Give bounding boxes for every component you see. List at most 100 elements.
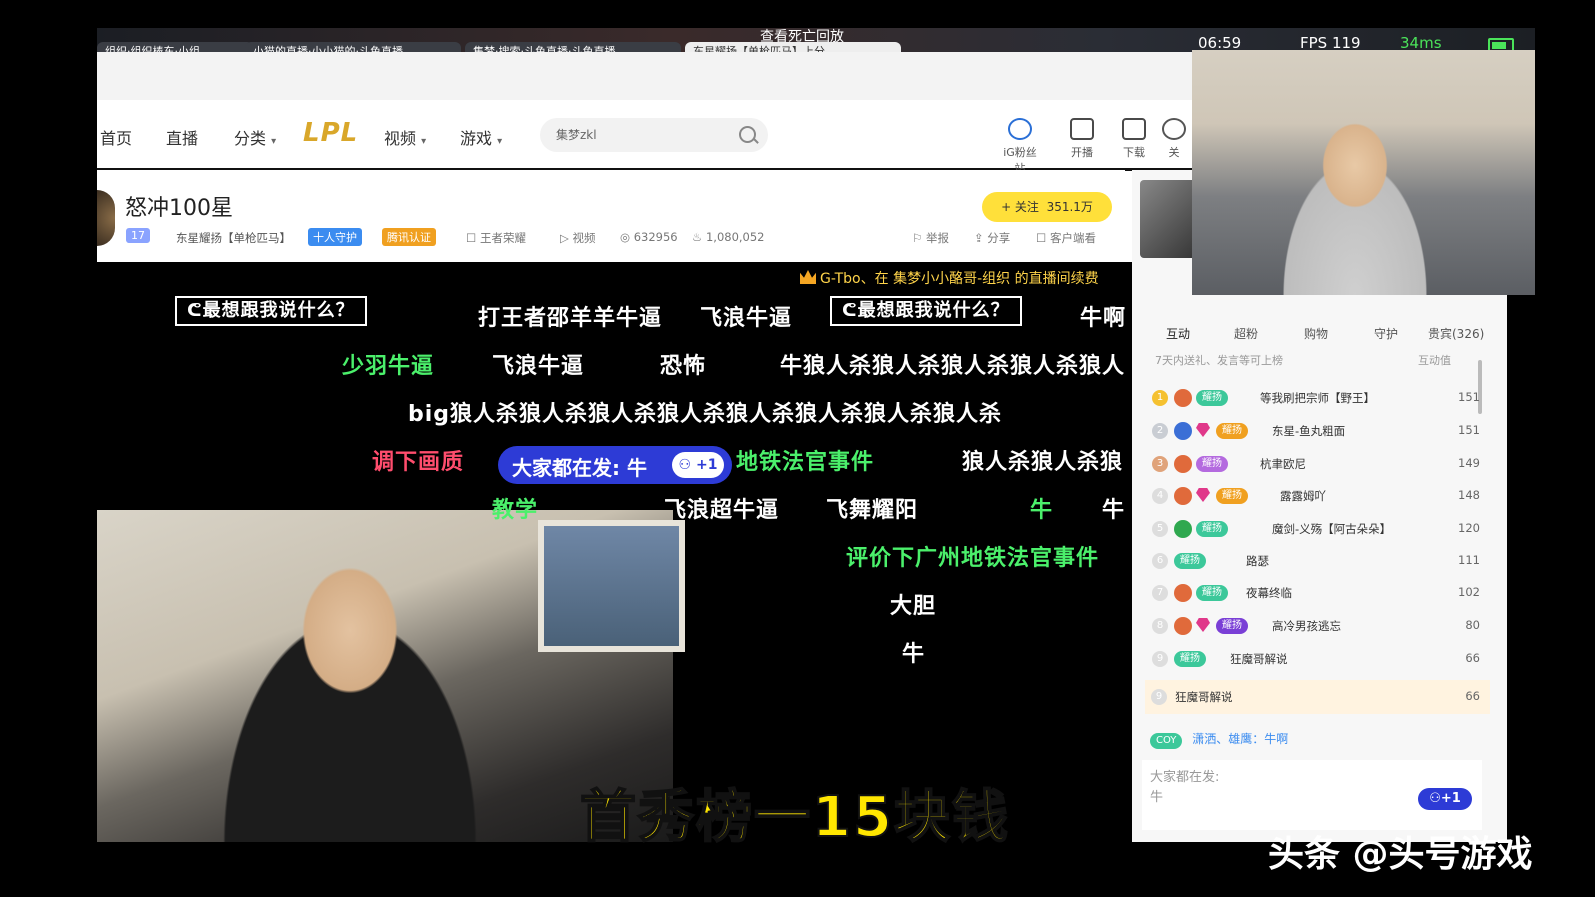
plus-one-button[interactable]: ⚇ +1 [672, 452, 724, 478]
guest-figure [1255, 110, 1455, 295]
anchor-thumbnail[interactable] [1140, 180, 1200, 258]
avatar [1174, 455, 1192, 473]
danmaku-item: 少羽牛逼 [342, 354, 435, 379]
danmaku-item: 恐怖 [660, 354, 707, 379]
rank-row[interactable]: 7 耀扬 夜幕终临 102 [1150, 577, 1490, 609]
rank-crown: 3 [1152, 456, 1168, 472]
nav-category[interactable]: 分类 ▾ [234, 125, 276, 149]
fan-badge: 耀扬 [1174, 651, 1206, 667]
danmaku-item: 飞舞耀阳 [826, 498, 919, 523]
rank-nick: 路瑟 [1246, 554, 1269, 568]
ig-fan-icon [1008, 118, 1032, 140]
fan-badge: 耀扬 [1196, 390, 1228, 406]
follow-menu-button[interactable]: 关 [1160, 118, 1188, 160]
danmaku-item: 教学 [492, 498, 539, 523]
go-live-label: 开播 [1071, 146, 1093, 159]
my-rank-score: 66 [1465, 689, 1480, 703]
fan-badge: 耀扬 [1196, 521, 1228, 537]
danmaku-item: 飞浪牛逼 [700, 306, 793, 331]
nav-category-label: 分类 [234, 129, 267, 148]
chevron-down-icon: ▾ [421, 136, 427, 147]
share-button[interactable]: ⇪ 分享 [974, 230, 1010, 246]
rank-score: 151 [1458, 390, 1480, 404]
hot-count-value: 1,080,052 [705, 230, 765, 244]
follow-label: + 关注 [1001, 200, 1039, 214]
host-name[interactable]: 东星耀扬【单枪匹马】 [176, 230, 291, 246]
game-link[interactable]: ☐ 王者荣耀 [466, 230, 526, 246]
danmaku-item: ᕦ最想跟我说什么？ [830, 296, 1022, 326]
rank-subtitle: 7天内送礼、发言等可上榜 [1155, 354, 1283, 367]
gem-icon [1196, 618, 1210, 632]
chat-input-value: 牛 [1150, 790, 1164, 805]
share-label: 分享 [987, 231, 1011, 245]
nav-home[interactable]: 首页 [100, 125, 132, 149]
plus-one-label: +1 [695, 457, 718, 473]
fan-badge: 耀扬 [1216, 488, 1248, 504]
rank-row[interactable]: 6 耀扬 路瑟 111 [1150, 545, 1490, 577]
tab-vip[interactable]: 贵宾(326) [1428, 325, 1484, 342]
danmaku-item: 大胆 [890, 594, 937, 619]
room-title: 怒冲100星 [125, 196, 233, 221]
rank-score: 102 [1458, 585, 1480, 599]
report-label: 举报 [925, 231, 949, 245]
go-live-button[interactable]: 开播 [1060, 118, 1104, 160]
notice-bar [1145, 285, 1490, 309]
search-box[interactable] [540, 118, 768, 152]
fan-badge: 耀扬 [1216, 618, 1248, 634]
danmaku-item: 牛啊 [1080, 306, 1127, 331]
rank-nick: 夜幕终临 [1246, 586, 1292, 600]
video-label: 视频 [572, 231, 596, 245]
download-button[interactable]: 下载 [1112, 118, 1156, 160]
tab-super-fan[interactable]: 超粉 [1234, 325, 1258, 342]
client-button[interactable]: ☐ 客户端看 [1036, 230, 1096, 246]
rank-nick: 狂魔哥解说 [1230, 652, 1288, 666]
gift-notice: G-Tbo、在 集梦小小酪哥-组织 的直播间续费 [820, 271, 1099, 287]
lpl-logo[interactable]: LPL [303, 118, 358, 148]
video-link[interactable]: ▷ 视频 [560, 230, 596, 246]
avatar [1174, 389, 1192, 407]
heart-icon [1162, 118, 1186, 140]
ig-fan-button[interactable]: iG粉丝站 [998, 118, 1042, 176]
rank-nick: 高冷男孩逃忘 [1272, 619, 1341, 633]
rank-row[interactable]: 4 耀扬 露露姆吖 148 [1150, 480, 1490, 512]
viewer-count: ◎ 632956 [620, 230, 678, 244]
rank-row[interactable]: 2 耀扬 东星-鱼丸粗面 151 [1150, 415, 1490, 447]
nav-live[interactable]: 直播 [166, 125, 198, 149]
rank-score: 80 [1465, 618, 1480, 632]
nav-game[interactable]: 游戏 ▾ [460, 125, 502, 149]
rank-number: 4 [1152, 488, 1168, 504]
my-rank-nick: 狂魔哥解说 [1175, 690, 1233, 704]
fan-badge: 耀扬 [1174, 553, 1206, 569]
fan-badge: 耀扬 [1196, 585, 1228, 601]
danmaku-item: 狼人杀狼人杀狼 [962, 450, 1124, 475]
danmaku-item: 飞浪超牛逼 [664, 498, 780, 523]
rank-score: 111 [1458, 553, 1480, 567]
follow-button[interactable]: + 关注 351.1万 [982, 192, 1112, 222]
guard-badge[interactable]: 十人守护 [308, 228, 362, 246]
rank-row[interactable]: 3 耀扬 杭聿欧尼 149 [1150, 448, 1490, 480]
avatar [1174, 487, 1192, 505]
search-input[interactable] [554, 126, 728, 142]
chat-badge: COY [1150, 733, 1183, 749]
rank-row[interactable]: 5 耀扬 魔剑-义殇【阿古朵朵】 120 [1150, 513, 1490, 545]
viewer-count-value: 632956 [633, 230, 678, 244]
search-icon[interactable] [739, 126, 756, 143]
rank-row[interactable]: 1 耀扬 等我刷把宗师【野王】 151 [1150, 382, 1490, 414]
my-rank-row: 9 狂魔哥解说 66 [1145, 680, 1490, 714]
tab-interaction[interactable]: 互动 [1166, 325, 1190, 342]
rank-row[interactable]: 8 耀扬 高冷男孩逃忘 80 [1150, 610, 1490, 642]
quick-send-pill[interactable]: 大家都在发: 牛 ⚇ +1 [498, 446, 732, 484]
client-label: 客户端看 [1049, 231, 1096, 245]
rank-row[interactable]: 9 耀扬 狂魔哥解说 66 [1150, 643, 1490, 675]
rank-number: 8 [1152, 618, 1168, 634]
cert-badge: 腾讯认证 [382, 228, 436, 246]
download-icon [1122, 118, 1146, 140]
nav-video[interactable]: 视频 ▾ [384, 125, 426, 149]
chat-plus-one-button[interactable]: ⚇+1 [1418, 788, 1472, 810]
tab-shopping[interactable]: 购物 [1304, 325, 1328, 342]
tab-guard[interactable]: 守护 [1374, 325, 1398, 342]
danmaku-item: 调下画质 [372, 450, 465, 475]
report-button[interactable]: ⚐ 举报 [912, 230, 949, 246]
my-rank-number: 9 [1151, 689, 1167, 705]
rank-score: 149 [1458, 456, 1480, 470]
